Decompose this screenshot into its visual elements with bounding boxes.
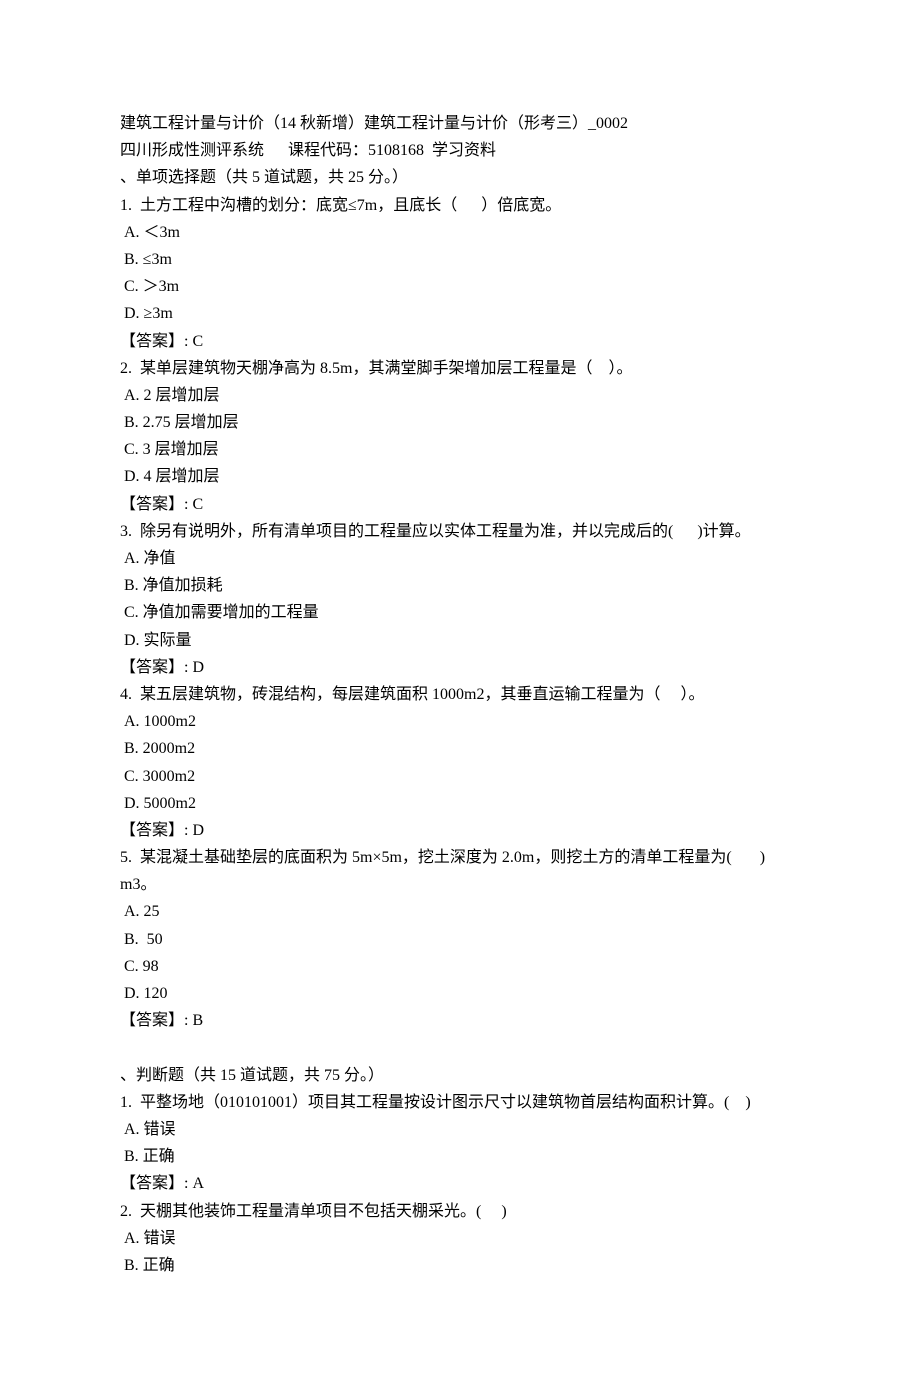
q3-stem: 3. 除另有说明外，所有清单项目的工程量应以实体工程量为准，并以完成后的( )计… bbox=[120, 518, 800, 545]
q1-option-b: B. ≤3m bbox=[120, 246, 800, 273]
header-subtitle: 四川形成性测评系统 课程代码：5108168 学习资料 bbox=[120, 137, 800, 164]
s2-q1-option-a: A. 错误 bbox=[120, 1116, 800, 1143]
q3-answer: 【答案】: D bbox=[120, 654, 800, 681]
q1-option-c: C. ＞3m bbox=[120, 273, 800, 300]
section-spacer bbox=[120, 1034, 800, 1061]
q1-option-a: A. ＜3m bbox=[120, 219, 800, 246]
q5-option-a: A. 25 bbox=[120, 898, 800, 925]
q4-stem: 4. 某五层建筑物，砖混结构，每层建筑面积 1000m2，其垂直运输工程量为（ … bbox=[120, 681, 800, 708]
q3-option-d: D. 实际量 bbox=[120, 627, 800, 654]
s2-q2-option-a: A. 错误 bbox=[120, 1225, 800, 1252]
header-title: 建筑工程计量与计价（14 秋新增）建筑工程计量与计价（形考三）_0002 bbox=[120, 110, 800, 137]
s2-q2-option-b: B. 正确 bbox=[120, 1252, 800, 1279]
q4-option-c: C. 3000m2 bbox=[120, 763, 800, 790]
section2-title: 、判断题（共 15 道试题，共 75 分。） bbox=[120, 1062, 800, 1089]
q4-answer: 【答案】: D bbox=[120, 817, 800, 844]
q3-option-c: C. 净值加需要增加的工程量 bbox=[120, 599, 800, 626]
s2-q1-answer: 【答案】: A bbox=[120, 1170, 800, 1197]
q3-option-b: B. 净值加损耗 bbox=[120, 572, 800, 599]
q1-option-d: D. ≥3m bbox=[120, 300, 800, 327]
q2-option-a: A. 2 层增加层 bbox=[120, 382, 800, 409]
q5-option-d: D. 120 bbox=[120, 980, 800, 1007]
q5-answer: 【答案】: B bbox=[120, 1007, 800, 1034]
q4-option-a: A. 1000m2 bbox=[120, 708, 800, 735]
q2-option-d: D. 4 层增加层 bbox=[120, 463, 800, 490]
q2-answer: 【答案】: C bbox=[120, 491, 800, 518]
s2-q2-stem: 2. 天棚其他装饰工程量清单项目不包括天棚采光。( ) bbox=[120, 1198, 800, 1225]
q5-option-c: C. 98 bbox=[120, 953, 800, 980]
s2-q1-stem: 1. 平整场地（010101001）项目其工程量按设计图示尺寸以建筑物首层结构面… bbox=[120, 1089, 800, 1116]
q5-stem: 5. 某混凝土基础垫层的底面积为 5m×5m，挖土深度为 2.0m，则挖土方的清… bbox=[120, 844, 800, 898]
q1-stem: 1. 土方工程中沟槽的划分：底宽≤7m，且底长（ ）倍底宽。 bbox=[120, 192, 800, 219]
q1-answer: 【答案】: C bbox=[120, 328, 800, 355]
q4-option-d: D. 5000m2 bbox=[120, 790, 800, 817]
s2-q1-option-b: B. 正确 bbox=[120, 1143, 800, 1170]
q2-option-c: C. 3 层增加层 bbox=[120, 436, 800, 463]
section1-title: 、单项选择题（共 5 道试题，共 25 分。） bbox=[120, 164, 800, 191]
q5-option-b: B. 50 bbox=[120, 926, 800, 953]
q2-stem: 2. 某单层建筑物天棚净高为 8.5m，其满堂脚手架增加层工程量是（ ）。 bbox=[120, 355, 800, 382]
q3-option-a: A. 净值 bbox=[120, 545, 800, 572]
q4-option-b: B. 2000m2 bbox=[120, 735, 800, 762]
q2-option-b: B. 2.75 层增加层 bbox=[120, 409, 800, 436]
